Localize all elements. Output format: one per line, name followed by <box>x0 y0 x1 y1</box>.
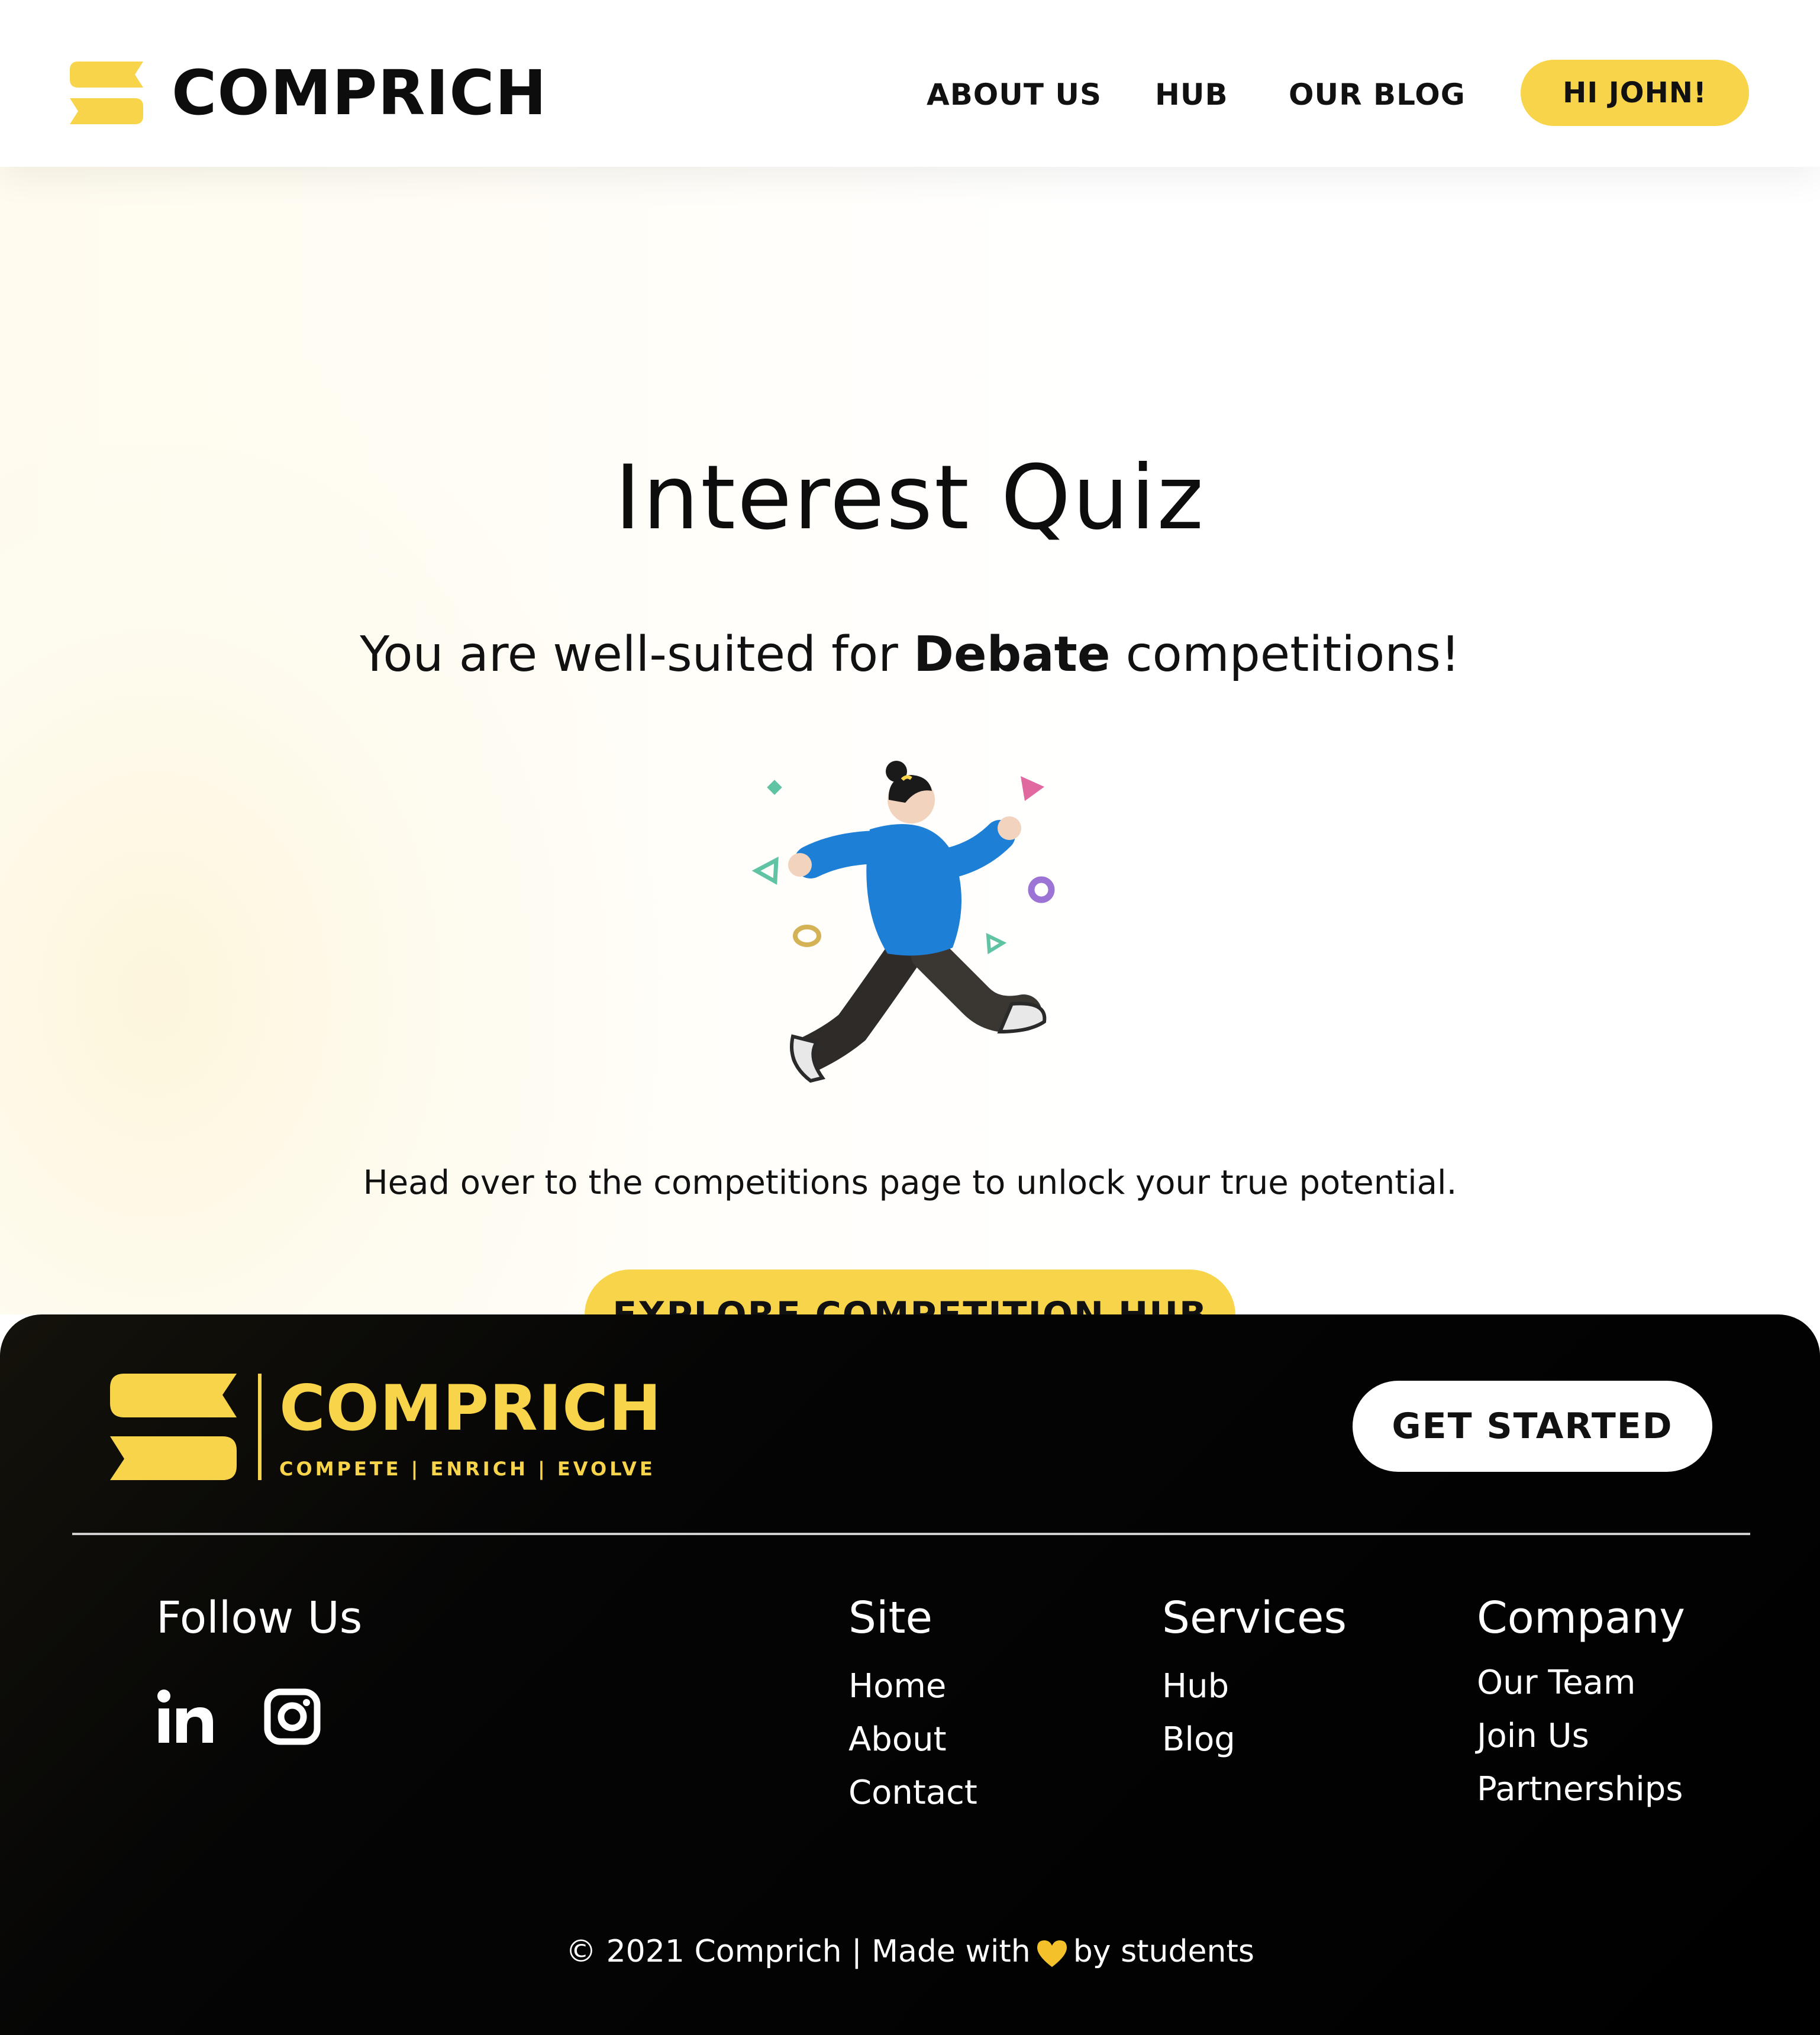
result-suffix: competitions! <box>1110 626 1460 683</box>
quiz-result-text: You are well-suited for Debate competiti… <box>0 622 1820 687</box>
result-prefix: You are well-suited for <box>360 626 914 683</box>
footer-link-contact[interactable]: Contact <box>848 1772 977 1814</box>
nav-hub[interactable]: HUB <box>1155 77 1228 112</box>
footer-link-blog[interactable]: Blog <box>1162 1719 1235 1761</box>
linkedin-icon[interactable] <box>157 1688 214 1745</box>
footer-divider <box>72 1533 1750 1535</box>
quiz-result-section: Interest Quiz You are well-suited for De… <box>0 167 1820 1361</box>
site-header: COMPRICH ABOUT US HUB OUR BLOG HI JOHN! <box>0 0 1820 167</box>
comprich-logo-icon <box>110 1374 237 1480</box>
celebrating-person-illustration <box>751 761 1055 1083</box>
footer-tagline: COMPETE | ENRICH | EVOLVE <box>279 1458 656 1480</box>
comprich-logo-icon <box>70 62 143 124</box>
footer-link-home[interactable]: Home <box>848 1666 946 1707</box>
footer-brand[interactable]: COMPRICH COMPETE | ENRICH | EVOLVE <box>110 1374 662 1480</box>
nav-our-blog[interactable]: OUR BLOG <box>1289 77 1466 112</box>
footer-link-our-team[interactable]: Our Team <box>1477 1662 1635 1704</box>
footer-site-heading: Site <box>848 1593 933 1643</box>
footer-link-about[interactable]: About <box>848 1719 947 1761</box>
footer-brand-divider <box>258 1374 262 1480</box>
footer-link-join-us[interactable]: Join Us <box>1477 1716 1589 1757</box>
result-highlight: Debate <box>913 626 1111 683</box>
footer-company-heading: Company <box>1477 1593 1686 1643</box>
nav-about-us[interactable]: ABOUT US <box>927 77 1102 112</box>
instagram-icon[interactable] <box>264 1688 321 1745</box>
footer-brand-name: COMPRICH <box>279 1372 662 1445</box>
user-account-button[interactable]: HI JOHN! <box>1521 60 1749 126</box>
copyright-prefix: © 2021 Comprich | Made with <box>566 1934 1031 1969</box>
copyright-text: © 2021 Comprich | Made with by students <box>0 1931 1820 1972</box>
footer-link-partnerships[interactable]: Partnerships <box>1477 1769 1683 1810</box>
footer-services-heading: Services <box>1162 1593 1347 1643</box>
brand-name: COMPRICH <box>172 57 547 129</box>
follow-us-heading: Follow Us <box>156 1593 363 1643</box>
footer-brand-text: COMPRICH COMPETE | ENRICH | EVOLVE <box>279 1372 662 1481</box>
site-footer: COMPRICH COMPETE | ENRICH | EVOLVE GET S… <box>0 1314 1820 2035</box>
footer-link-hub[interactable]: Hub <box>1162 1666 1229 1707</box>
page-title: Interest Quiz <box>614 447 1206 550</box>
get-started-button[interactable]: GET STARTED <box>1353 1381 1712 1472</box>
cta-description: Head over to the competitions page to un… <box>363 1164 1457 1202</box>
yellow-heart-icon <box>1037 1940 1067 1967</box>
copyright-suffix: by students <box>1073 1934 1254 1969</box>
brand-home-link[interactable]: COMPRICH <box>70 60 547 125</box>
